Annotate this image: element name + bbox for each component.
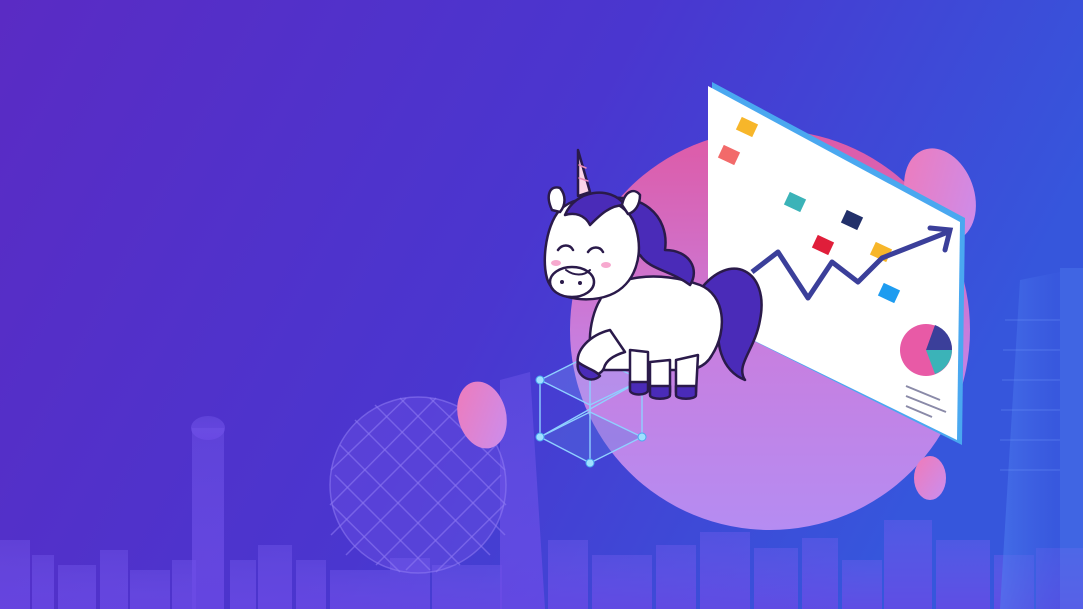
pie-chart-icon: [900, 324, 953, 376]
floating-blob: [914, 456, 946, 500]
hero-illustration: [0, 0, 1083, 609]
hero-banner: [0, 0, 1083, 609]
